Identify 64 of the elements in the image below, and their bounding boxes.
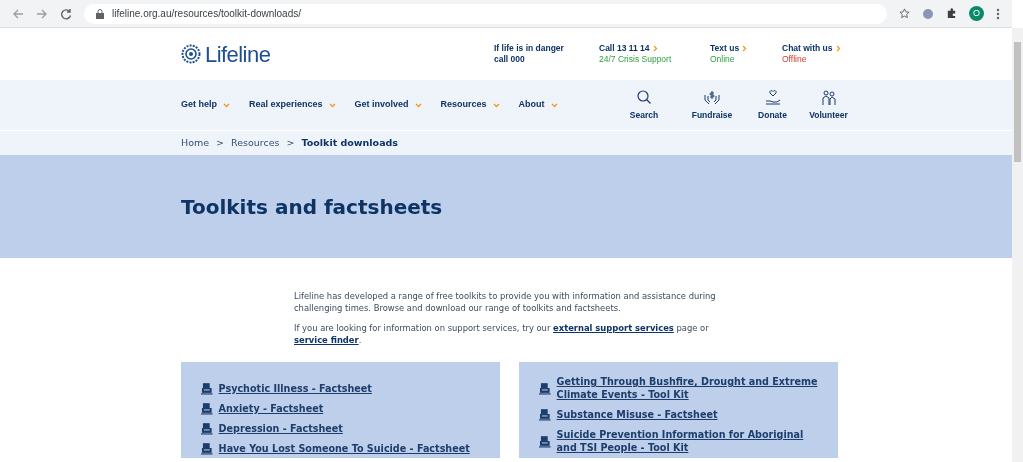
nav-menu[interactable]: Get involved xyxy=(354,98,409,112)
nav-menu[interactable]: Real experiences xyxy=(249,98,323,112)
extension-icon[interactable] xyxy=(922,7,934,20)
chevron-icon xyxy=(652,45,658,52)
nav-menu[interactable]: Resources xyxy=(440,98,487,112)
contact-status: Online xyxy=(710,54,736,65)
download-link[interactable]: Substance Misuse - Factsheet xyxy=(556,408,818,421)
back-icon[interactable] xyxy=(12,7,24,20)
profile-avatar[interactable]: O xyxy=(969,6,984,21)
nav-menu[interactable]: About xyxy=(518,98,545,112)
contact-status: 24/7 Crisis Support xyxy=(599,54,673,65)
nav-menu[interactable]: Get help xyxy=(181,98,217,112)
hand-heart-icon[interactable] xyxy=(763,88,782,107)
caret-icon[interactable] xyxy=(492,102,500,108)
document-icon xyxy=(201,382,213,395)
document-icon xyxy=(201,402,213,415)
chevron-icon xyxy=(835,45,841,52)
breadcrumb-link[interactable]: Home xyxy=(181,135,210,151)
contact-link[interactable]: Chat with us xyxy=(782,43,833,54)
contact-link[interactable]: Call 13 11 14 xyxy=(599,43,650,54)
contact-status: Offline xyxy=(782,54,808,65)
document-icon xyxy=(539,434,551,448)
hands-dollar-icon[interactable] xyxy=(703,88,721,107)
page-title: Toolkits and factsheets xyxy=(181,193,443,221)
scrollbar[interactable] xyxy=(1012,28,1023,462)
intro-paragraph: Lifeline has developed a range of free toolkits to provide you with information and assistance during challenging times. Browse and download our range of toolkits and factsheets. xyxy=(294,290,717,314)
nav-action[interactable]: Donate xyxy=(758,108,787,122)
breadcrumb-separator: > xyxy=(286,135,295,150)
caret-icon[interactable] xyxy=(414,102,422,108)
contact-status: call 000 xyxy=(494,54,526,65)
nav-action[interactable]: Volunteer xyxy=(809,108,848,122)
lock-icon xyxy=(96,8,104,19)
document-icon xyxy=(201,442,213,455)
breadcrumb-current: Toolkit downloads xyxy=(301,135,398,150)
people-icon[interactable] xyxy=(819,88,838,107)
logo-wordmark[interactable]: Lifeline xyxy=(205,37,271,71)
logo-icon xyxy=(181,44,201,64)
puzzle-icon[interactable] xyxy=(946,8,957,19)
reload-icon[interactable] xyxy=(60,7,72,20)
caret-icon[interactable] xyxy=(550,102,558,108)
contact-link[interactable]: Text us xyxy=(710,43,740,54)
document-icon xyxy=(201,422,213,435)
download-link[interactable]: Anxiety - Factsheet xyxy=(218,402,480,415)
nav-action[interactable]: Search xyxy=(629,108,659,122)
chevron-icon xyxy=(742,45,748,52)
star-icon[interactable] xyxy=(899,8,910,19)
breadcrumb-link[interactable]: Resources xyxy=(231,135,280,151)
download-link[interactable]: Suicide Prevention Information for Aboriginal and TSI People - Tool Kit xyxy=(556,428,818,454)
download-link[interactable]: Have You Lost Someone To Suicide - Factsheet xyxy=(218,442,480,455)
text-link[interactable]: service finder xyxy=(294,335,359,345)
download-link[interactable]: Depression - Factsheet xyxy=(218,422,480,435)
text-link[interactable]: external support services xyxy=(553,323,674,333)
download-link[interactable]: Psychotic Illness - Factsheet xyxy=(218,382,480,395)
nav-action[interactable]: Fundraise xyxy=(691,108,733,122)
intro-paragraph: If you are looking for information on support services, try our external support services page or service finder. xyxy=(294,322,710,346)
document-icon xyxy=(539,408,551,421)
breadcrumb-separator: > xyxy=(216,135,225,150)
forward-icon[interactable] xyxy=(36,7,48,20)
document-icon xyxy=(539,381,551,395)
menu-icon[interactable] xyxy=(996,7,1000,20)
caret-icon[interactable] xyxy=(223,102,230,108)
caret-icon[interactable] xyxy=(328,102,336,108)
address-bar[interactable]: lifeline.org.au/resources/toolkit-downloads/ xyxy=(84,3,887,24)
download-link[interactable]: Getting Through Bushfire, Drought and Extreme Climate Events - Tool Kit xyxy=(556,375,818,401)
